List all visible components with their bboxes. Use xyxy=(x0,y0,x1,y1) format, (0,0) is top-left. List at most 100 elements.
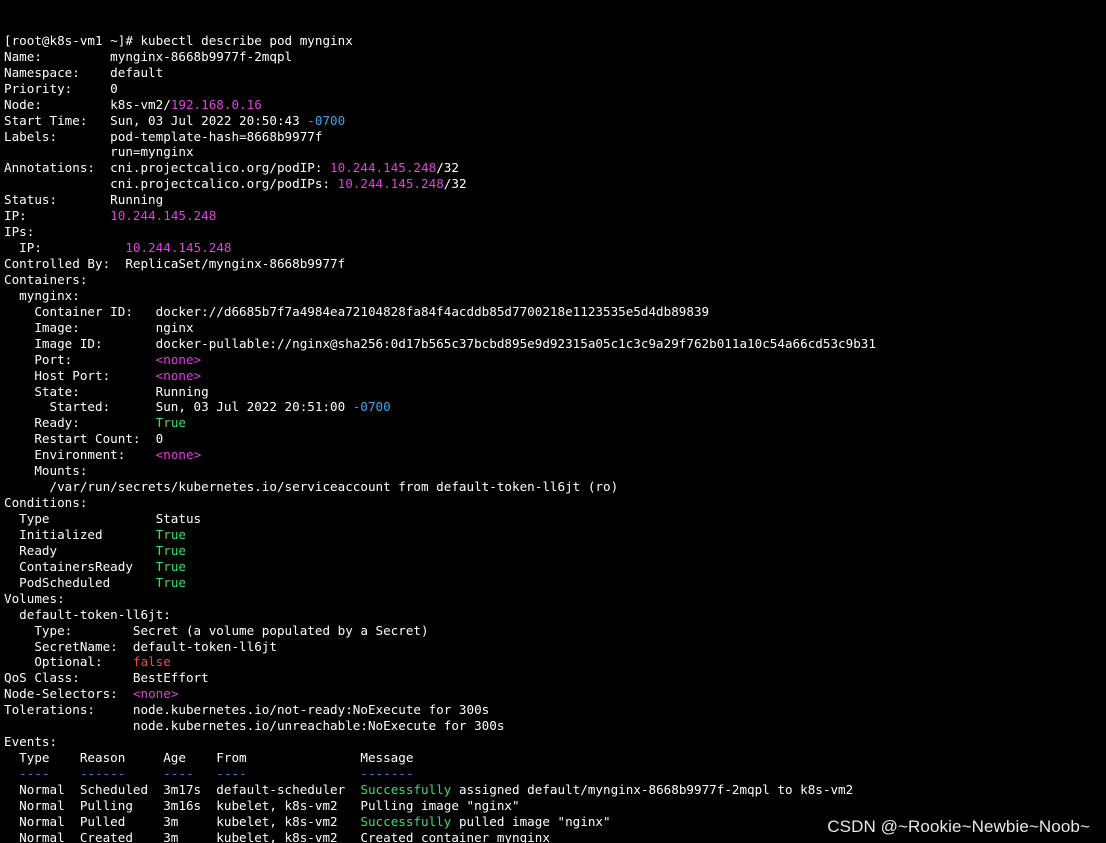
text-segment: SecretName: default-token-ll6jt xyxy=(4,638,277,654)
text-segment: Status: Running xyxy=(4,192,164,208)
text-segment: 10.244.145.248 xyxy=(125,240,232,256)
output-line: Name: mynginx-8668b9977f-2mqpl xyxy=(4,49,1102,65)
text-segment: Type: Secret (a volume populated by a Se… xyxy=(4,622,429,638)
text-segment xyxy=(194,766,217,781)
text-segment: Normal Pulled 3m kubelet, k8s-vm2 xyxy=(4,813,361,829)
terminal-output: [root@k8s-vm1 ~]# kubectl describe pod m… xyxy=(4,33,1102,843)
terminal-window[interactable]: [root@k8s-vm1 ~]# kubectl describe pod m… xyxy=(0,0,1106,843)
output-line: Container ID: docker://d6685b7f7a4984ea7… xyxy=(4,304,1102,320)
text-segment: run=mynginx xyxy=(4,144,194,160)
output-line: Type Status xyxy=(4,511,1102,527)
output-line: Namespace: default xyxy=(4,65,1102,81)
output-line: Restart Count: 0 xyxy=(4,431,1102,447)
text-segment: Type Status xyxy=(4,511,202,527)
text-segment: Controlled By: ReplicaSet/mynginx-8668b9… xyxy=(4,256,346,272)
text-segment: Start Time: Sun, 03 Jul 2022 20:50:43 xyxy=(4,112,308,128)
output-line: default-token-ll6jt: xyxy=(4,607,1102,623)
text-segment: Ready: xyxy=(4,415,156,431)
output-line: Containers: xyxy=(4,272,1102,288)
output-line: Image: nginx xyxy=(4,320,1102,336)
output-line: Host Port: <none> xyxy=(4,368,1102,384)
output-line: IP: 10.244.145.248 xyxy=(4,240,1102,256)
text-segment: PodScheduled xyxy=(4,574,156,590)
output-line: Node: k8s-vm2/192.168.0.16 xyxy=(4,97,1102,113)
text-segment: 192.168.0.16 xyxy=(170,96,262,112)
output-line: State: Running xyxy=(4,384,1102,400)
text-segment: Type Reason Age From Message xyxy=(4,750,414,766)
text-segment: IPs: xyxy=(4,224,35,240)
text-segment: Labels: pod-template-hash=8668b9977f xyxy=(4,128,323,144)
text-segment: <none> xyxy=(155,367,202,383)
text-segment: Image ID: docker-pullable://nginx@sha256… xyxy=(4,335,876,351)
text-segment: Ready xyxy=(4,542,156,558)
text-segment xyxy=(247,766,361,781)
output-line: QoS Class: BestEffort xyxy=(4,670,1102,686)
text-segment: Successfully xyxy=(360,813,452,829)
text-segment: True xyxy=(155,574,186,590)
text-segment: /var/run/secrets/kubernetes.io/serviceac… xyxy=(4,479,619,495)
output-line: Volumes: xyxy=(4,591,1102,607)
text-segment: Normal Scheduled 3m17s default-scheduler xyxy=(4,781,361,797)
text-segment: false xyxy=(132,654,171,670)
text-segment: /32 xyxy=(443,176,467,192)
text-segment: ContainersReady xyxy=(4,558,156,574)
output-line: Port: <none> xyxy=(4,352,1102,368)
text-segment: assigned default/mynginx-8668b9977f-2mqp… xyxy=(451,781,854,797)
text-segment: Tolerations: node.kubernetes.io/not-read… xyxy=(4,702,490,718)
text-segment: Port: xyxy=(4,351,156,367)
output-line: Tolerations: node.kubernetes.io/not-read… xyxy=(4,702,1102,718)
text-segment: node.kubernetes.io/unreachable:NoExecute… xyxy=(4,718,505,734)
output-line: Ready: True xyxy=(4,415,1102,431)
text-segment: Image: nginx xyxy=(4,319,194,335)
text-segment: 10.244.145.248 xyxy=(110,208,217,224)
output-line: Image ID: docker-pullable://nginx@sha256… xyxy=(4,336,1102,352)
text-segment: Node-Selectors: xyxy=(4,686,133,702)
output-line: IPs: xyxy=(4,224,1102,240)
output-line: SecretName: default-token-ll6jt xyxy=(4,639,1102,655)
text-segment: [root@k8s-vm1 ~]# kubectl describe pod m… xyxy=(4,32,353,48)
text-segment: Restart Count: 0 xyxy=(4,431,164,447)
output-line: Environment: <none> xyxy=(4,447,1102,463)
output-line: ---- ------ ---- ---- ------- xyxy=(4,766,1102,782)
output-line: PodScheduled True xyxy=(4,575,1102,591)
text-segment: Mounts: xyxy=(4,463,88,479)
output-line: Type: Secret (a volume populated by a Se… xyxy=(4,623,1102,639)
text-segment: 10.244.145.248 xyxy=(330,160,437,176)
output-line: Node-Selectors: <none> xyxy=(4,686,1102,702)
text-segment: True xyxy=(155,542,186,558)
text-segment: mynginx: xyxy=(4,287,80,303)
output-line: Annotations: cni.projectcalico.org/podIP… xyxy=(4,160,1102,176)
text-segment: Started: Sun, 03 Jul 2022 20:51:00 xyxy=(4,399,353,415)
text-segment: Container ID: docker://d6685b7f7a4984ea7… xyxy=(4,303,710,319)
watermark-text: CSDN @~Rookie~Newbie~Noob~ xyxy=(827,817,1090,837)
text-segment: <none> xyxy=(132,686,179,702)
text-segment: Containers: xyxy=(4,271,88,287)
text-segment: QoS Class: BestEffort xyxy=(4,670,209,686)
text-segment: ---- xyxy=(216,766,247,782)
text-segment: Annotations: cni.projectcalico.org/podIP… xyxy=(4,160,331,176)
output-line: Controlled By: ReplicaSet/mynginx-8668b9… xyxy=(4,256,1102,272)
text-segment: Normal Created 3m kubelet, k8s-vm2 Creat… xyxy=(4,829,550,843)
text-segment xyxy=(4,766,19,781)
text-segment: default-token-ll6jt: xyxy=(4,606,171,622)
output-line: Normal Pulling 3m16s kubelet, k8s-vm2 Pu… xyxy=(4,798,1102,814)
text-segment: Node: k8s-vm2/ xyxy=(4,96,171,112)
text-segment: Environment: xyxy=(4,447,156,463)
text-segment: IP: xyxy=(4,208,111,224)
text-segment: ---- xyxy=(19,766,50,782)
output-line: IP: 10.244.145.248 xyxy=(4,208,1102,224)
text-segment: /32 xyxy=(436,160,459,176)
text-segment: True xyxy=(155,415,186,431)
output-line: Started: Sun, 03 Jul 2022 20:51:00 -0700 xyxy=(4,399,1102,415)
text-segment: Conditions: xyxy=(4,495,88,511)
output-line: Initialized True xyxy=(4,527,1102,543)
output-line: cni.projectcalico.org/podIPs: 10.244.145… xyxy=(4,176,1102,192)
text-segment: Name: mynginx-8668b9977f-2mqpl xyxy=(4,48,293,64)
text-segment: cni.projectcalico.org/podIPs: xyxy=(4,176,338,192)
text-segment: ------- xyxy=(360,766,414,782)
text-segment: Priority: 0 xyxy=(4,80,118,96)
output-line: Priority: 0 xyxy=(4,81,1102,97)
output-line: Ready True xyxy=(4,543,1102,559)
output-line: Normal Scheduled 3m17s default-scheduler… xyxy=(4,782,1102,798)
output-line: node.kubernetes.io/unreachable:NoExecute… xyxy=(4,718,1102,734)
